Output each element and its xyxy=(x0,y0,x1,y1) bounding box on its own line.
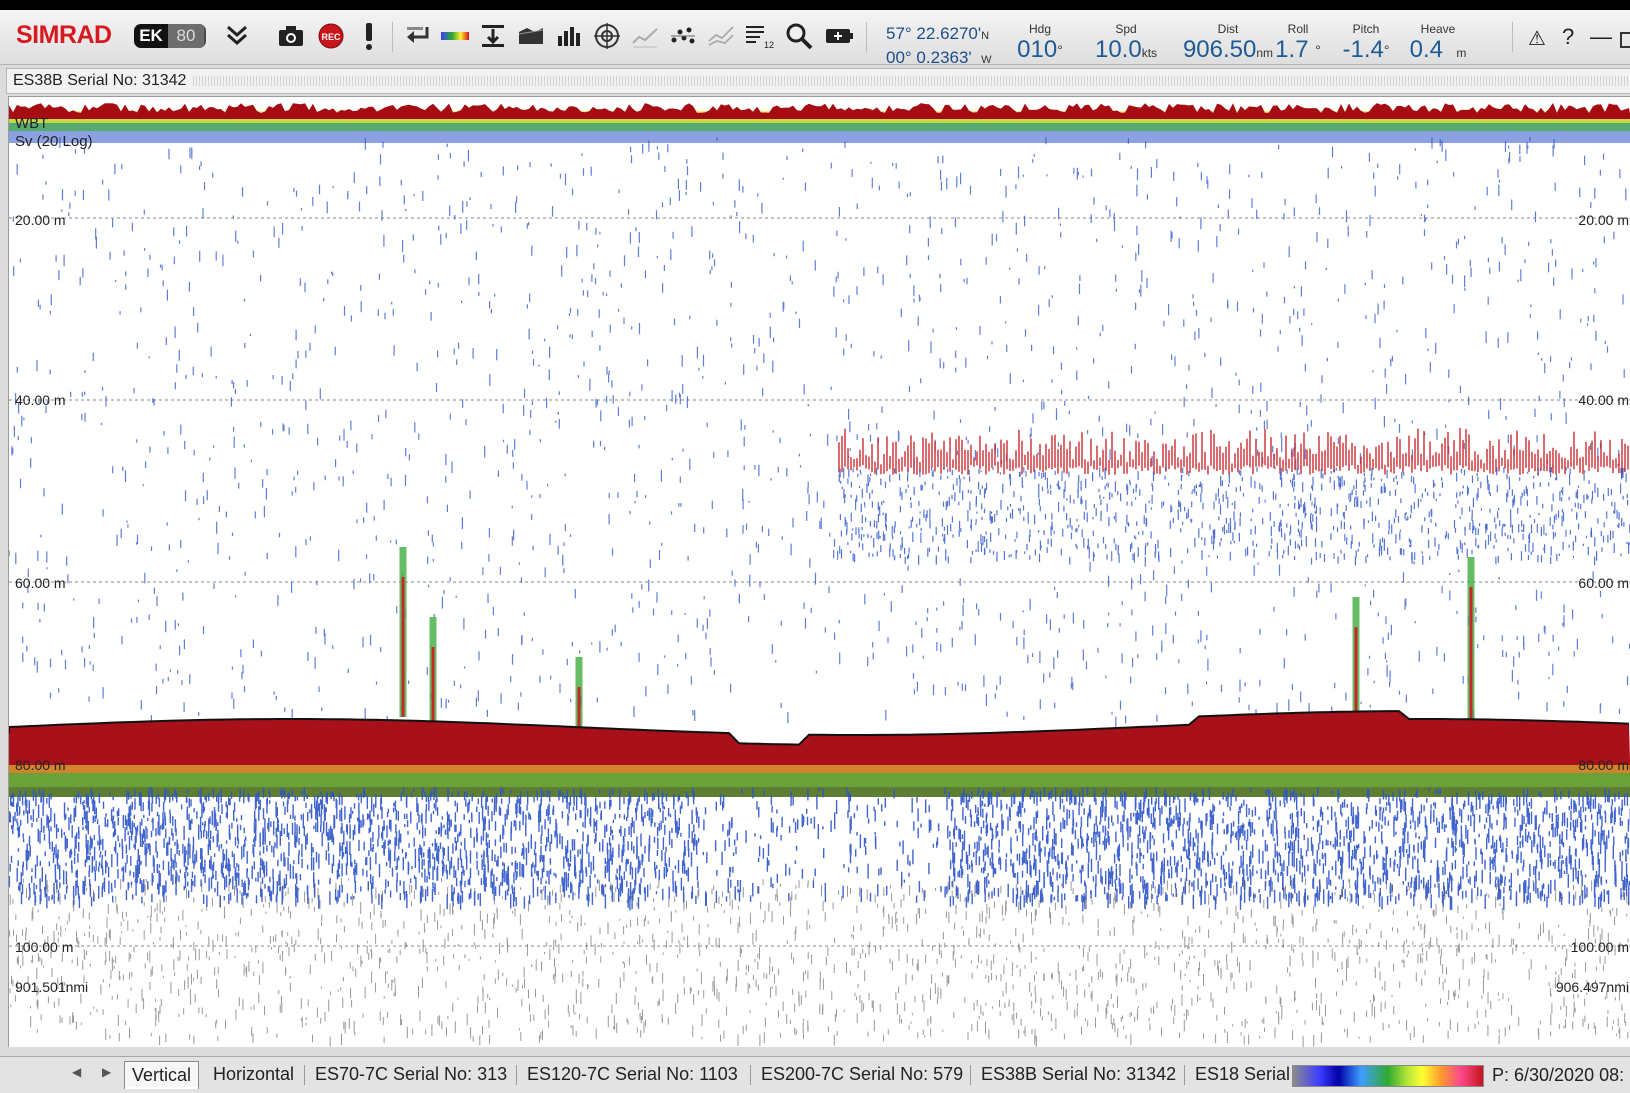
position-readout: 57° 22.6270'N 00° 0.2363' W xyxy=(886,23,992,71)
depth-label-40: 40.00 m xyxy=(15,392,66,408)
numbered-list-icon[interactable]: 123 xyxy=(744,21,774,51)
status-datetime: P: 6/30/2020 08: xyxy=(1492,1065,1625,1085)
sv-color-scale-bar[interactable] xyxy=(1292,1065,1484,1087)
brand-logo: SIMRAD xyxy=(16,21,112,49)
tab-es200-7c[interactable]: ES200-7C Serial No: 579 xyxy=(754,1061,970,1088)
water-column-echoes xyxy=(9,137,1630,728)
depth-label-right-100: 100.00 m xyxy=(1570,939,1629,955)
tab-es70-7c[interactable]: ES70-7C Serial No: 313 xyxy=(308,1061,514,1088)
pitch-readout: Pitch -1.4° xyxy=(1334,22,1398,64)
battery-icon[interactable] xyxy=(824,21,854,51)
pitch-label: Pitch xyxy=(1352,22,1380,36)
heave-unit: m xyxy=(1456,46,1467,60)
tab-horizontal[interactable]: Horizontal xyxy=(206,1061,301,1088)
distance-value: 906.50 xyxy=(1182,36,1257,63)
roll-label: Roll xyxy=(1287,22,1309,36)
crosshair-target-icon[interactable] xyxy=(592,21,622,51)
tab-divider xyxy=(516,1065,517,1085)
badge-left: EK xyxy=(134,24,168,48)
tab-scroll-right-icon[interactable]: ▶ xyxy=(102,1065,111,1079)
heading-value: 010 xyxy=(1017,36,1058,63)
sub-bottom-echoes xyxy=(9,787,1630,912)
scatter-plot-icon[interactable] xyxy=(668,21,698,51)
speed-unit: kts xyxy=(1141,46,1158,60)
speed-label: Spd xyxy=(1115,22,1137,36)
depth-range-icon[interactable] xyxy=(478,21,508,51)
variable-label: Sv (20 Log) xyxy=(15,133,93,150)
line-graph-icon[interactable] xyxy=(630,21,660,51)
bottom-detect-icon[interactable] xyxy=(516,21,546,51)
multi-trend-icon[interactable] xyxy=(706,21,736,51)
toolbar-separator xyxy=(1512,22,1513,52)
heading-readout: Hdg 010° xyxy=(1010,22,1070,64)
collapse-chevrons-icon[interactable] xyxy=(222,21,252,51)
pitch-value: -1.4 xyxy=(1342,36,1384,63)
restore-button[interactable] xyxy=(1620,32,1630,48)
toolbar-separator xyxy=(392,22,393,52)
speed-readout: Spd 10.0kts xyxy=(1078,22,1174,67)
deep-noise-echoes xyxy=(9,877,1629,1047)
latitude-hemisphere: N xyxy=(981,30,990,42)
minimize-button[interactable]: — xyxy=(1590,24,1612,50)
heave-readout: Heave 0.4 m xyxy=(1404,22,1472,67)
channel-label: WBT xyxy=(15,115,49,132)
depth-label-80: 80.00 m xyxy=(15,757,66,773)
alert-exclamation-icon[interactable] xyxy=(354,21,384,51)
depth-label-100: 100.00 m xyxy=(15,939,74,955)
arrow-return-icon[interactable] xyxy=(402,21,432,51)
roll-readout: Roll 1.7 ° xyxy=(1268,22,1328,64)
help-button[interactable]: ? xyxy=(1562,24,1574,50)
depth-label-right-60: 60.00 m xyxy=(1578,575,1629,591)
latitude-value: 57° 22.6270' xyxy=(886,24,982,43)
heave-label: Heave xyxy=(1420,22,1456,36)
badge-right: 80 xyxy=(168,24,204,48)
longitude-value: 00° 0.2363' xyxy=(886,48,972,67)
echogram-canvas[interactable] xyxy=(9,97,1630,1047)
depth-label-right-80: 80.00 m xyxy=(1578,757,1629,773)
longitude-hemisphere: W xyxy=(981,54,992,66)
echogram-view[interactable]: WBT Sv (20 Log) 20.00 m 40.00 m 60.00 m … xyxy=(8,96,1630,1047)
roll-value: 1.7 xyxy=(1275,36,1309,63)
camera-icon[interactable] xyxy=(276,21,306,51)
warning-icon[interactable]: ⚠ xyxy=(1528,26,1546,51)
depth-label-right-20: 20.00 m xyxy=(1578,212,1629,228)
depth-label-20: 20.00 m xyxy=(15,212,66,228)
svg-text:123: 123 xyxy=(764,40,774,50)
record-label: REC xyxy=(321,32,341,42)
end-distance-label: 906.497nmi xyxy=(1555,979,1629,995)
pitch-unit: ° xyxy=(1383,42,1390,58)
magnifier-icon[interactable] xyxy=(784,21,814,51)
bar-chart-icon[interactable] xyxy=(554,21,584,51)
depth-label-60: 60.00 m xyxy=(15,575,66,591)
color-scale-icon[interactable] xyxy=(440,21,470,51)
heading-label: Hdg xyxy=(1028,22,1051,36)
window-top-strip xyxy=(0,0,1630,10)
tab-es120-7c[interactable]: ES120-7C Serial No: 1103 xyxy=(520,1061,745,1088)
toolbar-separator xyxy=(866,22,867,52)
tab-divider xyxy=(970,1065,971,1085)
tab-divider xyxy=(1184,1065,1185,1085)
record-button[interactable]: REC xyxy=(316,21,346,51)
speed-value: 10.0 xyxy=(1094,36,1142,63)
roll-unit: ° xyxy=(1315,42,1321,58)
echogram-panel-header[interactable]: ES38B Serial No: 31342 xyxy=(6,68,1630,94)
tab-es18[interactable]: ES18 Serial xyxy=(1188,1061,1297,1088)
heading-unit: ° xyxy=(1057,42,1063,58)
panel-drag-handle[interactable] xyxy=(193,76,1630,86)
tab-divider xyxy=(750,1065,751,1085)
tab-divider xyxy=(304,1065,305,1085)
product-badge: EK 80 xyxy=(134,24,206,48)
tab-es38b[interactable]: ES38B Serial No: 31342 xyxy=(974,1061,1183,1088)
start-distance-label: 901.501nmi xyxy=(15,979,89,995)
panel-title: ES38B Serial No: 31342 xyxy=(7,72,187,89)
fish-school-scatter xyxy=(838,467,1630,566)
view-tab-bar: ◀ ▶ Vertical Horizontal ES70-7C Serial N… xyxy=(0,1056,1630,1093)
tab-scroll-left-icon[interactable]: ◀ xyxy=(72,1065,81,1079)
depth-label-right-40: 40.00 m xyxy=(1578,392,1629,408)
seabed-tail-green xyxy=(9,773,1630,797)
main-toolbar: SIMRAD EK80 REC 123 xyxy=(0,10,1630,67)
heave-value: 0.4 xyxy=(1409,36,1444,63)
tab-vertical[interactable]: Vertical xyxy=(124,1061,200,1089)
